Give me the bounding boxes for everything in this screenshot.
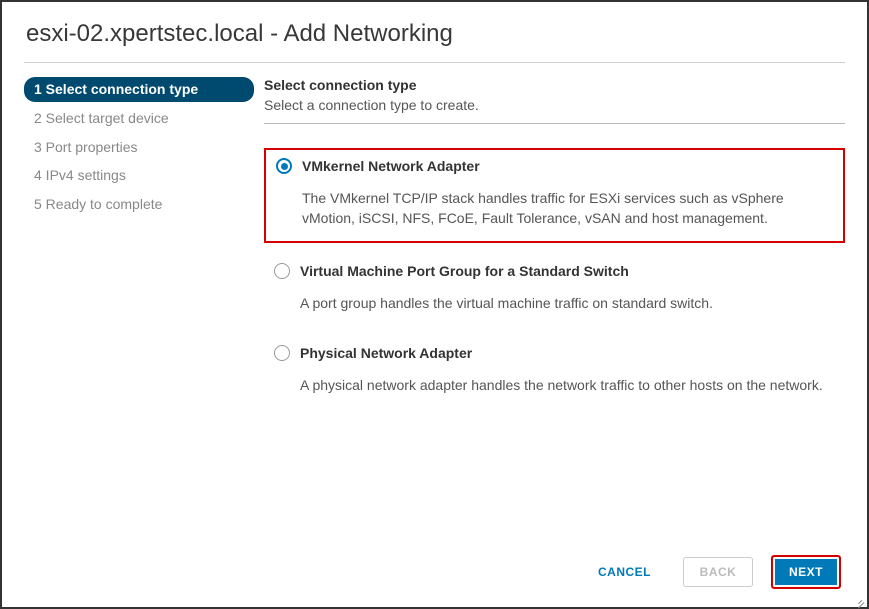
step-select-connection-type[interactable]: 1 Select connection type xyxy=(24,77,254,102)
step-select-target-device: 2 Select target device xyxy=(24,106,254,131)
step-ready-to-complete: 5 Ready to complete xyxy=(24,192,254,217)
step-ipv4-settings: 4 IPv4 settings xyxy=(24,163,254,188)
option-physical-network-adapter[interactable]: Physical Network Adapter A physical netw… xyxy=(264,337,845,407)
option-head: Virtual Machine Port Group for a Standar… xyxy=(274,263,835,279)
next-button[interactable]: NEXT xyxy=(771,555,841,589)
resize-handle-icon[interactable] xyxy=(854,594,864,604)
option-description: A port group handles the virtual machine… xyxy=(300,293,835,313)
option-description: The VMkernel TCP/IP stack handles traffi… xyxy=(302,188,833,229)
section-divider xyxy=(264,123,845,124)
section-heading: Select connection type xyxy=(264,77,845,93)
option-label: VMkernel Network Adapter xyxy=(302,158,480,174)
section-subheading: Select a connection type to create. xyxy=(264,97,845,113)
radio-icon[interactable] xyxy=(274,263,290,279)
option-vm-port-group[interactable]: Virtual Machine Port Group for a Standar… xyxy=(264,255,845,325)
option-head: VMkernel Network Adapter xyxy=(276,158,833,174)
cancel-button[interactable]: CANCEL xyxy=(584,557,665,587)
back-button: BACK xyxy=(683,557,753,587)
option-description: A physical network adapter handles the n… xyxy=(300,375,835,395)
option-head: Physical Network Adapter xyxy=(274,345,835,361)
radio-icon[interactable] xyxy=(274,345,290,361)
dialog-title: esxi-02.xpertstec.local - Add Networking xyxy=(2,2,867,62)
content-area: 1 Select connection type 2 Select target… xyxy=(2,63,867,419)
main-panel: Select connection type Select a connecti… xyxy=(254,73,845,419)
option-label: Physical Network Adapter xyxy=(300,345,472,361)
option-label: Virtual Machine Port Group for a Standar… xyxy=(300,263,629,279)
footer-buttons: CANCEL BACK NEXT xyxy=(584,555,841,589)
option-vmkernel-network-adapter[interactable]: VMkernel Network Adapter The VMkernel TC… xyxy=(264,148,845,243)
wizard-steps-sidebar: 1 Select connection type 2 Select target… xyxy=(24,73,254,419)
step-port-properties: 3 Port properties xyxy=(24,135,254,160)
radio-icon[interactable] xyxy=(276,158,292,174)
